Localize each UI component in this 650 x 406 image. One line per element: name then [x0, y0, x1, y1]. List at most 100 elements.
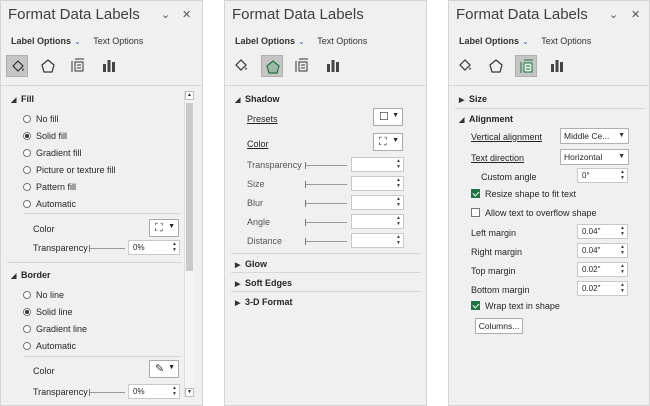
- fill-line-icon[interactable]: [230, 55, 252, 77]
- radio-button[interactable]: [23, 149, 31, 157]
- border-section-header[interactable]: ◢ Border: [11, 269, 51, 283]
- tab-text-options[interactable]: Text Options: [93, 36, 143, 46]
- shadow-transparency-input[interactable]: ▲ ▼: [351, 157, 404, 172]
- size-properties-icon[interactable]: [291, 55, 313, 77]
- chevron-down-icon[interactable]: ⌄: [522, 37, 529, 46]
- shadow-transparency-slider[interactable]: [305, 162, 347, 169]
- size-properties-icon[interactable]: [515, 55, 538, 77]
- overflow-checkbox-row[interactable]: Allow text to overflow shape: [471, 207, 597, 219]
- radio-gradient-line[interactable]: Gradient line: [23, 323, 87, 335]
- shadow-blur-input[interactable]: ▲ ▼: [351, 195, 404, 210]
- shadow-blur-slider[interactable]: [305, 200, 347, 207]
- label-options-icon[interactable]: [322, 55, 344, 77]
- radio-solid-line[interactable]: Solid line: [23, 306, 73, 318]
- spinner-arrows-icon[interactable]: ▲ ▼: [620, 244, 625, 256]
- effects-icon[interactable]: [37, 55, 59, 77]
- shadow-angle-slider[interactable]: [305, 219, 347, 226]
- scroll-up-icon[interactable]: ▲: [185, 91, 194, 100]
- tab-label-options[interactable]: Label Options ⌄: [459, 36, 529, 46]
- spinner-arrows-icon[interactable]: ▲ ▼: [620, 169, 625, 181]
- close-icon[interactable]: ✕: [182, 8, 191, 22]
- fill-section-header[interactable]: ◢ Fill: [11, 93, 34, 107]
- radio-button-selected[interactable]: [23, 308, 31, 316]
- glow-section-header[interactable]: ▶ Glow: [235, 258, 267, 272]
- spinner-arrows-icon[interactable]: ▲ ▼: [396, 215, 401, 227]
- tab-label-options[interactable]: Label Options ⌄: [11, 36, 81, 46]
- text-direction-dropdown[interactable]: Horizontal ▼: [560, 149, 629, 165]
- radio-no-line[interactable]: No line: [23, 289, 64, 301]
- radio-button-selected[interactable]: [23, 132, 31, 140]
- scroll-down-icon[interactable]: ▼: [185, 388, 194, 397]
- tab-text-options[interactable]: Text Options: [541, 36, 591, 46]
- effects-icon[interactable]: [485, 55, 507, 77]
- radio-button[interactable]: [23, 166, 31, 174]
- chevron-down-icon[interactable]: ⌄: [298, 37, 305, 46]
- tab-text-options[interactable]: Text Options: [317, 36, 367, 46]
- fill-transparency-slider[interactable]: [89, 245, 125, 252]
- spinner-arrows-icon[interactable]: ▲ ▼: [396, 196, 401, 208]
- radio-button[interactable]: [23, 200, 31, 208]
- resize-shape-checkbox-row[interactable]: Resize shape to fit text: [471, 188, 576, 200]
- top-margin-input[interactable]: 0.02" ▲ ▼: [577, 262, 628, 277]
- scrollbar-thumb[interactable]: [186, 103, 193, 271]
- label-options-icon[interactable]: [98, 55, 120, 77]
- effects-icon[interactable]: [260, 55, 283, 77]
- alignment-section-header[interactable]: ◢ Alignment: [459, 113, 513, 127]
- radio-button[interactable]: [23, 325, 31, 333]
- shadow-angle-input[interactable]: ▲ ▼: [351, 214, 404, 229]
- checkbox-checked[interactable]: [471, 189, 480, 198]
- collapse-icon[interactable]: ⌄: [609, 8, 618, 22]
- checkbox[interactable]: [471, 208, 480, 217]
- shadow-section-header[interactable]: ◢ Shadow: [235, 93, 280, 107]
- spinner-arrows-icon[interactable]: ▲ ▼: [396, 234, 401, 246]
- label-options-icon[interactable]: [546, 55, 568, 77]
- tab-label-options[interactable]: Label Options ⌄: [235, 36, 305, 46]
- shadow-size-slider[interactable]: [305, 181, 347, 188]
- fill-color-picker[interactable]: ⛶ ▼: [149, 219, 179, 237]
- radio-gradient-fill[interactable]: Gradient fill: [23, 147, 82, 159]
- radio-automatic-fill[interactable]: Automatic: [23, 198, 76, 210]
- shadow-size-input[interactable]: ▲ ▼: [351, 176, 404, 191]
- right-margin-input[interactable]: 0.04" ▲ ▼: [577, 243, 628, 258]
- vertical-alignment-dropdown[interactable]: Middle Ce... ▼: [560, 128, 629, 144]
- spinner-arrows-icon[interactable]: ▲ ▼: [396, 158, 401, 170]
- radio-solid-fill[interactable]: Solid fill: [23, 130, 67, 142]
- fill-transparency-input[interactable]: 0% ▲ ▼: [128, 240, 180, 255]
- fill-line-icon[interactable]: [454, 55, 476, 77]
- spinner-arrows-icon[interactable]: ▲ ▼: [620, 263, 625, 275]
- soft-edges-section-header[interactable]: ▶ Soft Edges: [235, 277, 292, 291]
- wrap-text-checkbox-row[interactable]: Wrap text in shape: [471, 300, 560, 312]
- spinner-arrows-icon[interactable]: ▲ ▼: [172, 241, 177, 253]
- shadow-distance-input[interactable]: ▲ ▼: [351, 233, 404, 248]
- checkbox-checked[interactable]: [471, 301, 480, 310]
- left-margin-input[interactable]: 0.04" ▲ ▼: [577, 224, 628, 239]
- bottom-margin-input[interactable]: 0.02" ▲ ▼: [577, 281, 628, 296]
- radio-no-fill[interactable]: No fill: [23, 113, 59, 125]
- vertical-scrollbar[interactable]: ▲ ▼: [184, 91, 194, 397]
- radio-button[interactable]: [23, 291, 31, 299]
- 3d-format-section-header[interactable]: ▶ 3-D Format: [235, 296, 293, 310]
- radio-picture-fill[interactable]: Picture or texture fill: [23, 164, 116, 176]
- radio-button[interactable]: [23, 342, 31, 350]
- border-transparency-slider[interactable]: [89, 389, 125, 396]
- custom-angle-input[interactable]: 0° ▲ ▼: [577, 168, 628, 183]
- close-icon[interactable]: ✕: [631, 8, 640, 22]
- radio-pattern-fill[interactable]: Pattern fill: [23, 181, 76, 193]
- spinner-arrows-icon[interactable]: ▲ ▼: [172, 385, 177, 397]
- border-transparency-input[interactable]: 0% ▲ ▼: [128, 384, 180, 399]
- shadow-color-picker[interactable]: ⛶ ▼: [373, 133, 403, 151]
- columns-button[interactable]: Columns...: [475, 318, 523, 334]
- shadow-distance-slider[interactable]: [305, 238, 347, 245]
- size-section-header[interactable]: ▶ Size: [459, 93, 487, 107]
- size-properties-icon[interactable]: [67, 55, 89, 77]
- radio-button[interactable]: [23, 115, 31, 123]
- shadow-presets-picker[interactable]: ☐ ▼: [373, 108, 403, 126]
- spinner-arrows-icon[interactable]: ▲ ▼: [396, 177, 401, 189]
- radio-button[interactable]: [23, 183, 31, 191]
- radio-automatic-line[interactable]: Automatic: [23, 340, 76, 352]
- spinner-arrows-icon[interactable]: ▲ ▼: [620, 225, 625, 237]
- spinner-arrows-icon[interactable]: ▲ ▼: [620, 282, 625, 294]
- chevron-down-icon[interactable]: ⌄: [74, 37, 81, 46]
- fill-line-icon[interactable]: [6, 55, 28, 77]
- collapse-icon[interactable]: ⌄: [161, 8, 170, 22]
